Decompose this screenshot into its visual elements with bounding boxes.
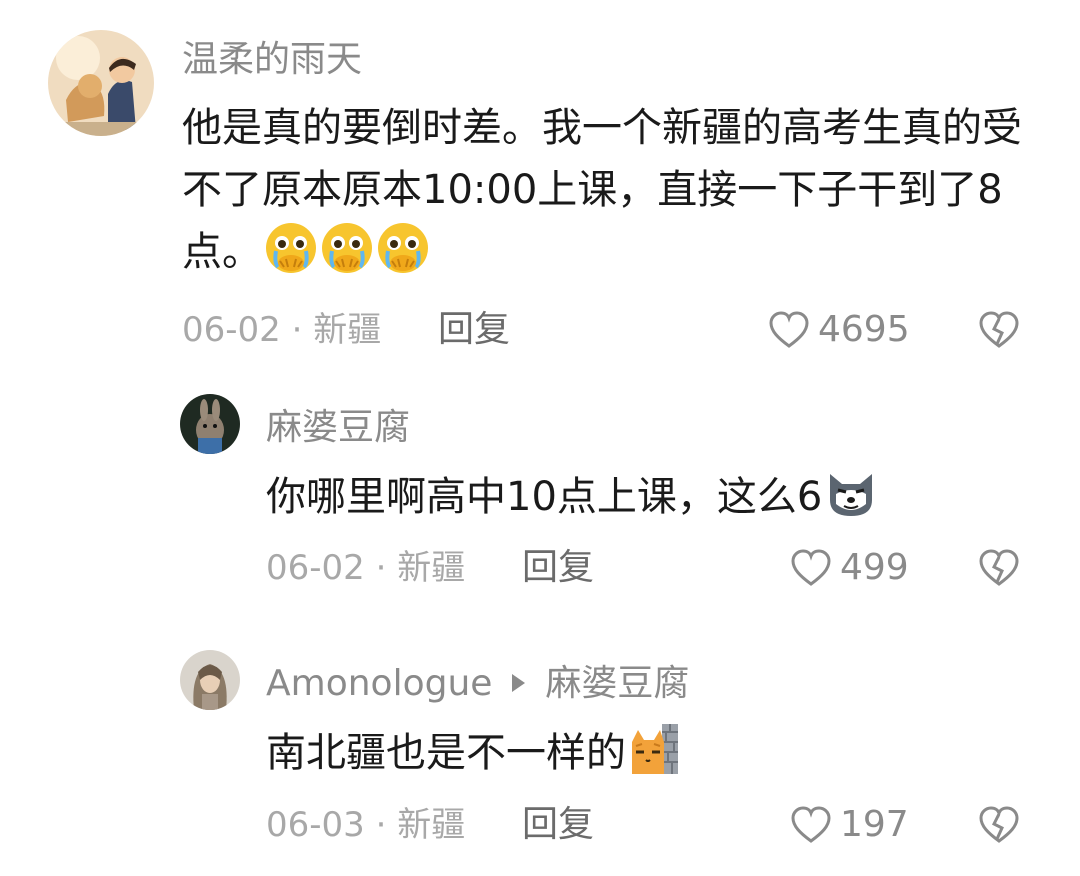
like-button[interactable]: 197: [790, 803, 909, 847]
like-count: 4695: [818, 309, 910, 350]
like-count: 197: [840, 804, 909, 845]
reply-button[interactable]: 回复: [522, 546, 594, 590]
like-button[interactable]: 499: [790, 546, 909, 590]
comment-text: 南北疆也是不一样的: [266, 722, 1026, 784]
dislike-button[interactable]: [978, 805, 1020, 845]
comment-text-content: 南北疆也是不一样的: [266, 730, 626, 776]
crying-hands-emoji-icon: [376, 221, 430, 275]
comment-meta: 06-03 · 新疆: [266, 805, 466, 845]
reply-author[interactable]: Amonologue: [266, 663, 492, 704]
comment-username: Amonologue 麻婆豆腐: [266, 662, 689, 706]
peeking-cat-emoji-icon: [628, 722, 682, 776]
dislike-button[interactable]: [978, 310, 1020, 350]
wolf-emoji-icon: [824, 466, 878, 520]
comment-username[interactable]: 温柔的雨天: [182, 38, 362, 82]
avatar[interactable]: [48, 30, 154, 136]
avatar[interactable]: [180, 650, 240, 710]
comment-text: 你哪里啊高中10点上课，这么6: [266, 466, 1026, 528]
dislike-button[interactable]: [978, 548, 1020, 588]
comment-meta: 06-02 · 新疆: [266, 548, 466, 588]
comment-meta: 06-02 · 新疆: [182, 310, 382, 350]
broken-heart-icon: [979, 311, 1019, 348]
reply-button[interactable]: 回复: [438, 308, 510, 352]
comment-text-content: 你哪里啊高中10点上课，这么6: [266, 474, 823, 520]
heart-outline-icon: [791, 806, 831, 843]
heart-outline-icon: [769, 311, 809, 348]
crying-hands-emoji-icon: [320, 221, 374, 275]
like-count: 499: [840, 547, 909, 588]
crying-hands-emoji-icon: [264, 221, 318, 275]
reply-target[interactable]: 麻婆豆腐: [545, 663, 689, 704]
broken-heart-icon: [979, 806, 1019, 843]
broken-heart-icon: [979, 549, 1019, 586]
avatar[interactable]: [180, 394, 240, 454]
heart-outline-icon: [791, 549, 831, 586]
reply-button[interactable]: 回复: [522, 803, 594, 847]
comment-username[interactable]: 麻婆豆腐: [266, 406, 410, 450]
like-button[interactable]: 4695: [768, 308, 910, 352]
reply-arrow-icon: [512, 674, 526, 692]
comment-text: 他是真的要倒时差。我一个新疆的高考生真的受不了原本原本10:00上课，直接一下子…: [182, 97, 1027, 283]
